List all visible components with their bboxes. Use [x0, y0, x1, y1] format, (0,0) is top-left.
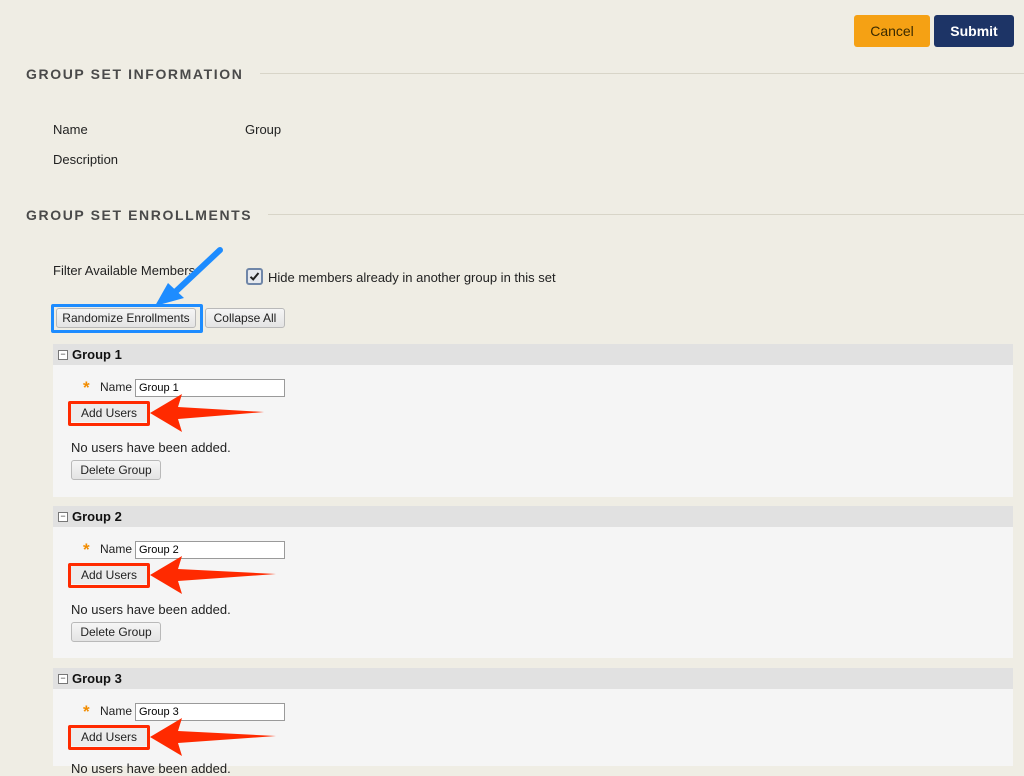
- required-star-icon: *: [83, 540, 90, 559]
- delete-group-button[interactable]: Delete Group: [71, 460, 161, 480]
- checkmark-icon: [249, 272, 260, 281]
- description-label: Description: [53, 152, 119, 167]
- group-name-label: Name: [100, 380, 133, 394]
- section-title-information: GROUP SET INFORMATION: [26, 66, 244, 82]
- filter-members-label: Filter Available Members: [53, 263, 196, 278]
- section-title-enrollments: GROUP SET ENROLLMENTS: [26, 207, 253, 223]
- group-title: Group 1: [72, 347, 122, 362]
- highlight-box: [68, 563, 150, 588]
- group-panel-1: − Group 1 * Name Add Users No users have…: [53, 344, 1013, 497]
- group-header[interactable]: − Group 2: [53, 506, 1013, 527]
- required-star-icon: *: [83, 378, 90, 397]
- group-title: Group 2: [72, 509, 122, 524]
- group-status: No users have been added.: [71, 761, 231, 776]
- submit-button[interactable]: Submit: [934, 15, 1014, 47]
- group-name-label: Name: [100, 542, 133, 556]
- section-divider: [268, 214, 1024, 215]
- group-panel-2: − Group 2 * Name Add Users No users have…: [53, 506, 1013, 658]
- highlight-box: [68, 401, 150, 426]
- collapse-toggle-icon[interactable]: −: [58, 673, 68, 684]
- hide-members-checkbox[interactable]: [246, 268, 263, 285]
- group-name-input[interactable]: [135, 541, 285, 559]
- cancel-button[interactable]: Cancel: [854, 15, 930, 47]
- group-name-input[interactable]: [135, 703, 285, 721]
- group-status: No users have been added.: [71, 602, 231, 617]
- name-value: Group: [245, 122, 282, 137]
- collapse-toggle-icon[interactable]: −: [58, 511, 68, 522]
- name-label: Name: [53, 122, 88, 137]
- group-name-input[interactable]: [135, 379, 285, 397]
- group-name-label: Name: [100, 704, 133, 718]
- group-header[interactable]: − Group 3: [53, 668, 1013, 689]
- required-star-icon: *: [83, 702, 90, 721]
- section-divider: [260, 73, 1024, 74]
- delete-group-button[interactable]: Delete Group: [71, 622, 161, 642]
- group-status: No users have been added.: [71, 440, 231, 455]
- group-title: Group 3: [72, 671, 122, 686]
- highlight-box: [68, 725, 150, 750]
- highlight-box: [51, 304, 203, 333]
- collapse-toggle-icon[interactable]: −: [58, 349, 68, 360]
- group-header[interactable]: − Group 1: [53, 344, 1013, 365]
- arrow-icon: [150, 394, 276, 756]
- collapse-all-button[interactable]: Collapse All: [205, 308, 285, 328]
- group-panel-3: − Group 3 * Name Add Users No users have…: [53, 668, 1013, 776]
- hide-members-label: Hide members already in another group in…: [268, 270, 556, 285]
